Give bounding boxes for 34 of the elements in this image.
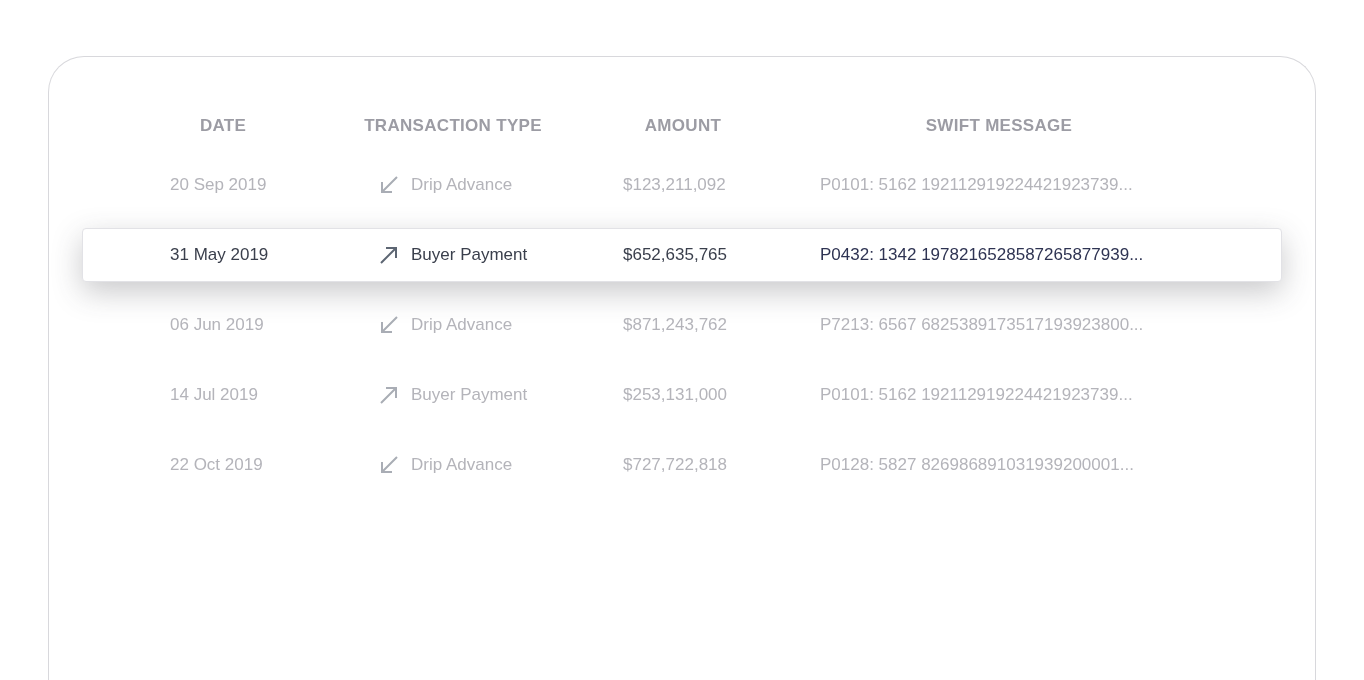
swift-message-cell: P0101: 5162 192112919224421923739... [820,175,1133,195]
arrow-down-left-icon [379,175,399,195]
date-cell: 14 Jul 2019 [170,385,258,405]
amount-cell: $253,131,000 [623,385,727,405]
table-row[interactable]: 06 Jun 2019 Drip Advance $871,243,762 P7213: 6567 6825389173517193923800... [82,298,1282,352]
table-row[interactable]: 14 Jul 2019 Buyer Payment $253,131,000 P0101: 5162 192112919224421923739... [82,368,1282,422]
column-header: TRANSACTION TYPE [364,116,542,136]
type-cell: Drip Advance [411,455,513,475]
column-header: SWIFT MESSAGE [924,116,1074,136]
date-cell: 06 Jun 2019 [170,315,264,335]
swift-message-cell: P0101: 5162 192112919224421923739... [820,385,1133,405]
type-cell: Buyer Payment [411,245,528,265]
arrow-down-left-icon [379,455,399,475]
table-row[interactable]: 31 May 2019 Buyer Payment $652,635,765 P0432: 1342 1978216528587265877939... [82,228,1282,282]
amount-cell: $871,243,762 [623,315,727,335]
arrow-up-right-icon [379,245,399,265]
amount-cell: $727,722,818 [623,455,727,475]
date-cell: 20 Sep 2019 [170,175,267,195]
date-cell: 31 May 2019 [170,245,269,265]
arrow-up-right-icon [379,385,399,405]
swift-message-cell: P7213: 6567 6825389173517193923800... [820,315,1144,335]
swift-message-cell: P0432: 1342 1978216528587265877939... [820,245,1144,265]
column-header: AMOUNT [643,116,723,136]
date-cell: 22 Oct 2019 [170,455,263,475]
arrow-down-left-icon [379,315,399,335]
amount-cell: $123,211,092 [623,175,726,195]
type-cell: Drip Advance [411,175,513,195]
swift-message-cell: P0128: 5827 826986891031939200001... [820,455,1134,475]
type-cell: Buyer Payment [411,385,528,405]
table-row[interactable]: 20 Sep 2019 Drip Advance $123,211,092 P0101: 5162 192112919224421923739... [82,158,1282,212]
table-row[interactable]: 22 Oct 2019 Drip Advance $727,722,818 P0128: 5827 826986891031939200001... [82,438,1282,492]
amount-cell: $652,635,765 [623,245,727,265]
type-cell: Drip Advance [411,315,513,335]
column-header: DATE [198,116,248,136]
